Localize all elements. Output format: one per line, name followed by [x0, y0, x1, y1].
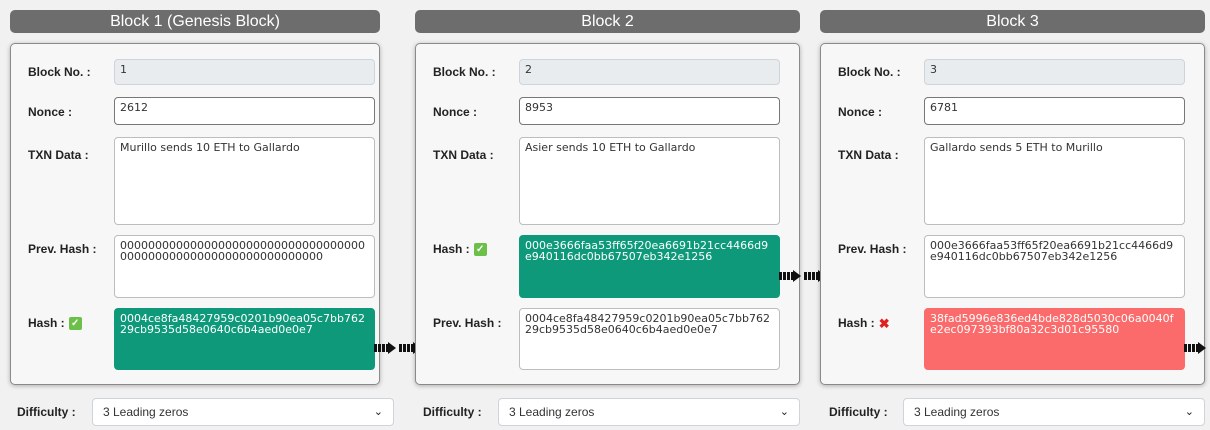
block-2-card: Block No. : 2 Nonce : 8953 TXN Data : As… [415, 43, 800, 385]
txn-data-label: TXN Data : [838, 148, 899, 162]
nonce-label: Nonce : [838, 105, 883, 119]
block-no-field: 1 [114, 59, 375, 85]
chevron-down-icon: ⌄ [779, 406, 789, 418]
prev-hash-field[interactable]: 0004ce8fa48427959c0201b90ea05c7bb76229cb… [519, 308, 780, 370]
nonce-input[interactable]: 2612 [114, 97, 375, 125]
hash-label: Hash : [838, 316, 875, 330]
difficulty-select[interactable]: 3 Leading zeros ⌄ [903, 398, 1205, 426]
block-3-title: Block 3 [820, 10, 1205, 33]
check-mark-icon: ✓ [68, 316, 82, 330]
txn-data-textarea[interactable]: Gallardo sends 5 ETH to Murillo [924, 137, 1185, 225]
difficulty-select[interactable]: 3 Leading zeros ⌄ [498, 398, 800, 426]
hash-label: Hash : [433, 242, 470, 256]
difficulty-label: Difficulty : [829, 405, 888, 419]
nonce-input[interactable]: 8953 [519, 97, 780, 125]
hash-label: Hash : [28, 316, 65, 330]
hash-field: 000e3666faa53ff65f20ea6691b21cc4466d9e94… [519, 235, 780, 298]
block-2-title: Block 2 [415, 10, 800, 33]
block-no-field: 3 [924, 59, 1185, 85]
block-no-label: Block No. : [433, 65, 496, 79]
difficulty-select[interactable]: 3 Leading zeros ⌄ [92, 398, 394, 426]
block-no-field: 2 [519, 59, 780, 85]
chain-links-3-next [1184, 341, 1210, 355]
prev-hash-label: Prev. Hash : [28, 242, 97, 256]
check-mark-icon: ✓ [473, 242, 487, 256]
txn-data-textarea[interactable]: Murillo sends 10 ETH to Gallardo [114, 137, 375, 225]
difficulty-label: Difficulty : [423, 405, 482, 419]
txn-data-textarea[interactable]: Asier sends 10 ETH to Gallardo [519, 137, 780, 225]
prev-hash-field[interactable]: 000e3666faa53ff65f20ea6691b21cc4466d9e94… [924, 235, 1185, 298]
block-1-card: Block No. : 1 Nonce : 2612 TXN Data : Mu… [10, 43, 380, 385]
block-no-label: Block No. : [28, 65, 91, 79]
txn-data-label: TXN Data : [433, 148, 494, 162]
prev-hash-label: Prev. Hash : [838, 242, 907, 256]
chevron-down-icon: ⌄ [373, 406, 383, 418]
nonce-label: Nonce : [28, 105, 73, 119]
difficulty-label: Difficulty : [17, 405, 76, 419]
prev-hash-field[interactable]: 0000000000000000000000000000000000000000… [114, 235, 375, 298]
nonce-input[interactable]: 6781 [924, 97, 1185, 125]
block-1-title: Block 1 (Genesis Block) [10, 10, 380, 33]
chain-link-icon [374, 342, 396, 354]
difficulty-selected-value: 3 Leading zeros [509, 405, 595, 419]
difficulty-selected-value: 3 Leading zeros [103, 405, 189, 419]
hash-field: 38fad5996e836ed4bde828d5030c06a0040fe2ec… [924, 308, 1185, 370]
nonce-label: Nonce : [433, 105, 478, 119]
hash-label-row: Hash : ✓ [433, 242, 487, 256]
chevron-down-icon: ⌄ [1184, 406, 1194, 418]
txn-data-label: TXN Data : [28, 148, 89, 162]
prev-hash-label: Prev. Hash : [433, 316, 502, 330]
block-no-label: Block No. : [838, 65, 901, 79]
hash-label-row: Hash : ✓ [28, 316, 82, 330]
hash-field: 0004ce8fa48427959c0201b90ea05c7bb76229cb… [114, 308, 375, 370]
chain-link-icon [779, 270, 801, 282]
hash-label-row: Hash : ✖ [838, 316, 890, 330]
chain-link-icon [1184, 342, 1206, 354]
block-3-card: Block No. : 3 Nonce : 6781 TXN Data : Ga… [820, 43, 1205, 385]
difficulty-selected-value: 3 Leading zeros [914, 405, 1000, 419]
cross-mark-icon: ✖ [878, 315, 890, 331]
